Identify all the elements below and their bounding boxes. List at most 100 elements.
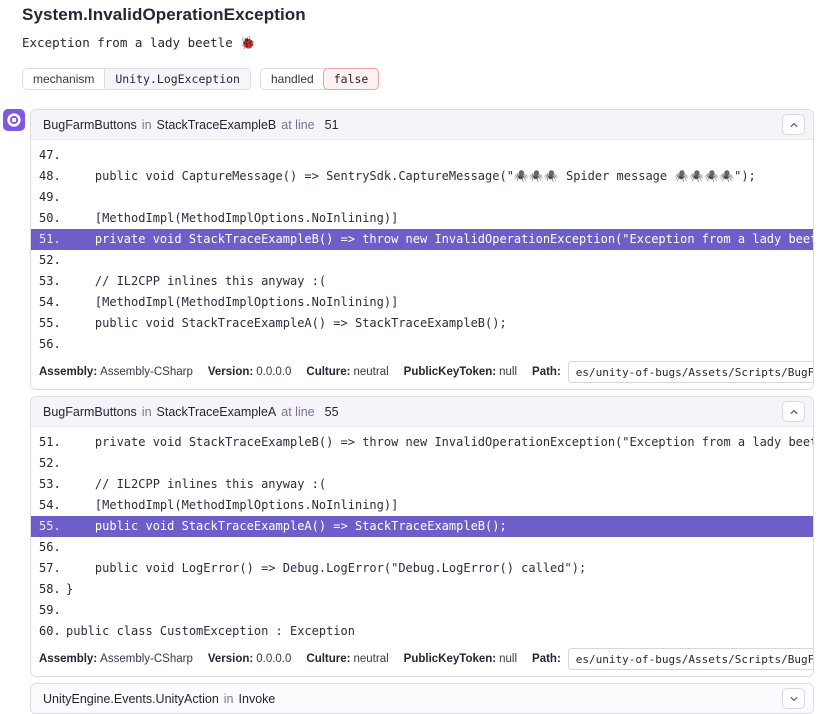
line-number: 49. — [39, 187, 66, 208]
code-line-highlighted: 55. public void StackTraceExampleA() => … — [31, 516, 813, 537]
frame-in-label: in — [224, 692, 234, 706]
assembly-field-label: Culture: — [306, 653, 350, 665]
path-field: Path:es/unity-of-bugs/Assets/Scripts/Bug… — [532, 648, 814, 670]
frame-in-label: in — [142, 405, 152, 419]
assembly-field-label: PublicKeyToken: — [404, 366, 496, 378]
path-label: Path: — [532, 653, 561, 665]
stack-trace: BugFarmButtons in StackTraceExampleB at lin… — [30, 109, 814, 714]
assembly-field-value: neutral — [354, 366, 389, 378]
code-line: 51. private void StackTraceExampleB() =>… — [31, 432, 813, 453]
line-source: [MethodImpl(MethodImplOptions.NoInlining… — [66, 295, 398, 309]
line-source: [MethodImpl(MethodImplOptions.NoInlining… — [66, 498, 398, 512]
frame-header[interactable]: BugFarmButtons in StackTraceExampleB at lin… — [31, 110, 813, 139]
code-line: 60.public class CustomException : Except… — [31, 621, 813, 642]
assembly-field: Culture:neutral — [306, 366, 388, 378]
line-number: 47. — [39, 145, 66, 166]
code-context: 47.48. public void CaptureMessage() => S… — [31, 139, 813, 358]
tag-value: false — [323, 68, 380, 90]
line-source: // IL2CPP inlines this anyway :( — [66, 274, 326, 288]
code-line: 58.} — [31, 579, 813, 600]
line-number: 57. — [39, 558, 66, 579]
assembly-field: Version:0.0.0.0 — [208, 366, 292, 378]
frame-module: BugFarmButtons — [43, 405, 137, 419]
code-line: 56. — [31, 334, 813, 355]
assembly-field: Version:0.0.0.0 — [208, 653, 292, 665]
tag-mechanism[interactable]: mechanismUnity.LogException — [22, 68, 251, 90]
code-line: 52. — [31, 453, 813, 474]
code-line-highlighted: 51. private void StackTraceExampleB() =>… — [31, 229, 813, 250]
line-number: 56. — [39, 537, 66, 558]
line-source: private void StackTraceExampleB() => thr… — [66, 435, 814, 449]
frame-module: UnityEngine.Events.UnityAction — [43, 692, 219, 706]
frame-header[interactable]: UnityEngine.Events.UnityActioninInvoke — [31, 684, 813, 713]
frame-function: StackTraceExampleB — [157, 118, 277, 132]
line-number: 56. — [39, 334, 66, 355]
tag-value: Unity.LogException — [104, 69, 250, 89]
frame-line-number: 51 — [325, 118, 339, 132]
line-number: 53. — [39, 474, 66, 495]
line-number: 51. — [39, 229, 66, 250]
line-source: public void StackTraceExampleA() => Stac… — [66, 316, 507, 330]
code-line: 55. public void StackTraceExampleA() => … — [31, 313, 813, 334]
line-source: public void StackTraceExampleA() => Stac… — [66, 519, 507, 533]
line-number: 51. — [39, 432, 66, 453]
frame-module: BugFarmButtons — [43, 118, 137, 132]
assembly-field: Assembly:Assembly-CSharp — [39, 653, 193, 665]
line-source: // IL2CPP inlines this anyway :( — [66, 477, 326, 491]
exception-page: { "header": { "title": "System.InvalidOp… — [0, 0, 828, 678]
code-line: 50. [MethodImpl(MethodImplOptions.NoInli… — [31, 208, 813, 229]
frame-function: StackTraceExampleA — [157, 405, 277, 419]
assembly-field-value: Assembly-CSharp — [100, 653, 193, 665]
code-line: 48. public void CaptureMessage() => Sent… — [31, 166, 813, 187]
line-number: 54. — [39, 292, 66, 313]
assembly-field-value: null — [499, 653, 517, 665]
line-source: } — [66, 582, 73, 596]
line-source: [MethodImpl(MethodImplOptions.NoInlining… — [66, 211, 398, 225]
assembly-field-value: 0.0.0.0 — [256, 366, 291, 378]
assembly-field: PublicKeyToken:null — [404, 366, 517, 378]
line-number: 54. — [39, 495, 66, 516]
code-line: 54. [MethodImpl(MethodImplOptions.NoInli… — [31, 292, 813, 313]
stack-frame: UnityEngine.Events.UnityActioninInvoke — [30, 683, 814, 714]
frame-header[interactable]: BugFarmButtonsinStackTraceExampleAat lin… — [31, 397, 813, 426]
event-detail: System.InvalidOperationException Excepti… — [0, 0, 828, 714]
expand-frame-button[interactable] — [782, 688, 805, 709]
code-line: 49. — [31, 187, 813, 208]
tag-list: mechanismUnity.LogException handledfalse — [22, 68, 814, 90]
path-value-group: es/unity-of-bugs/Assets/Scripts/BugFarmB… — [568, 361, 814, 383]
line-number: 59. — [39, 600, 66, 621]
stack-frame: BugFarmButtons in StackTraceExampleB at lin… — [30, 109, 814, 390]
line-number: 55. — [39, 313, 66, 334]
stack-frame: BugFarmButtonsinStackTraceExampleAat lin… — [30, 396, 814, 677]
code-line: 57. public void LogError() => Debug.LogE… — [31, 558, 813, 579]
line-source: private void StackTraceExampleB() => thr… — [66, 232, 814, 246]
tag-key: mechanism — [23, 69, 104, 89]
assembly-field-value: 0.0.0.0 — [256, 653, 291, 665]
collapse-frame-button[interactable] — [782, 401, 805, 422]
line-number: 48. — [39, 166, 66, 187]
chevron-down-icon — [789, 694, 799, 704]
line-source: public void CaptureMessage() => SentrySd… — [66, 169, 756, 183]
assembly-field: Culture: neutral — [306, 653, 388, 665]
code-line: 56. — [31, 537, 813, 558]
line-number: 52. — [39, 250, 66, 271]
collapse-frame-button[interactable] — [782, 114, 805, 135]
chevron-up-icon — [789, 407, 799, 417]
unity-icon — [3, 109, 25, 131]
assembly-field-value: neutral — [354, 653, 389, 665]
tag-handled[interactable]: handledfalse — [260, 68, 379, 90]
code-line: 47. — [31, 145, 813, 166]
assembly-field: Assembly:Assembly-CSharp — [39, 366, 193, 378]
line-source: public void LogError() => Debug.LogError… — [66, 561, 586, 575]
assembly-field-label: Assembly: — [39, 653, 97, 665]
line-number: 53. — [39, 271, 66, 292]
assembly-field-value: Assembly-CSharp — [100, 366, 193, 378]
code-line: 52. — [31, 250, 813, 271]
code-line: 54. [MethodImpl(MethodImplOptions.NoInli… — [31, 495, 813, 516]
assembly-field-label: Assembly: — [39, 366, 97, 378]
frame-at-line-label: at line — [281, 118, 314, 132]
path-label: Path: — [532, 366, 561, 378]
line-number: 52. — [39, 453, 66, 474]
assembly-field-label: PublicKeyToken: — [404, 653, 496, 665]
frame-in-label: in — [142, 118, 152, 132]
